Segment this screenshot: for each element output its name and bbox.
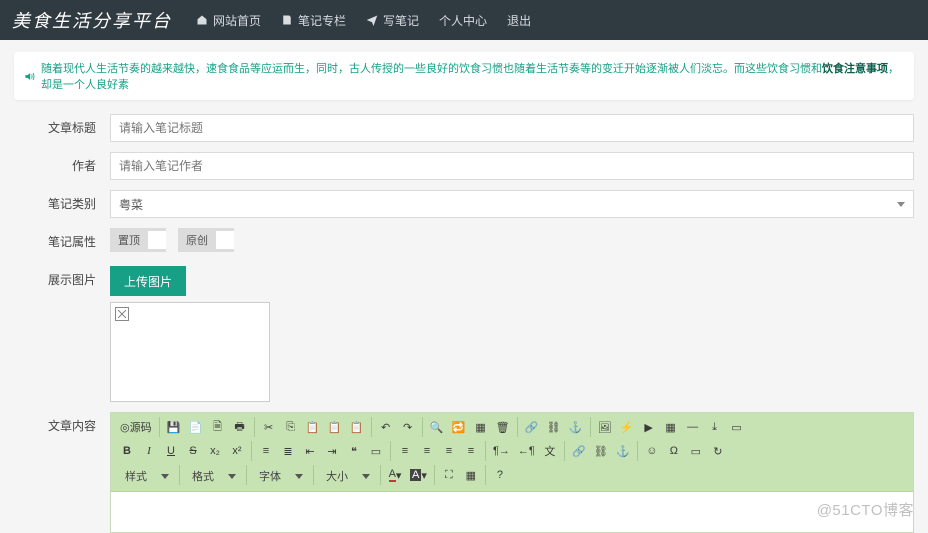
nav-me[interactable]: 个人中心 xyxy=(429,0,497,40)
page: 随着现代人生活节奏的越来越快，速食食品等应运而生，同时，古人传授的一些良好的饮食… xyxy=(0,40,928,533)
tb-save[interactable]: 💾 xyxy=(164,417,184,437)
tb-align-right[interactable]: ≡ xyxy=(439,441,459,461)
tb-redo[interactable]: ↷ xyxy=(398,417,418,437)
tb-blocks[interactable]: ▦ xyxy=(461,465,481,485)
attr-top-checkbox[interactable]: 置顶 xyxy=(110,228,166,252)
tb-underline[interactable]: U xyxy=(161,441,181,461)
tb-unlink[interactable]: ⛓ xyxy=(544,417,564,437)
tb-hr[interactable]: — xyxy=(683,417,703,437)
nav-home[interactable]: 网站首页 xyxy=(186,0,271,40)
tb-style-select[interactable]: 样式 xyxy=(117,465,175,487)
tb-unlink2[interactable]: ⛓ xyxy=(591,441,611,461)
tb-undo[interactable]: ↶ xyxy=(376,417,396,437)
author-input[interactable] xyxy=(110,152,914,180)
tb-indent[interactable]: ⇥ xyxy=(322,441,342,461)
image-preview xyxy=(110,302,270,402)
tb-link[interactable]: 🔗 xyxy=(522,417,542,437)
tb-find[interactable]: 🔍 xyxy=(427,417,447,437)
tb-table[interactable]: ▦ xyxy=(661,417,681,437)
tb-format-select[interactable]: 格式 xyxy=(184,465,242,487)
tb-image[interactable]: 🖼 xyxy=(595,417,615,437)
upload-button[interactable]: 上传图片 xyxy=(110,266,186,296)
tb-anchor[interactable]: ⚓ xyxy=(566,417,586,437)
tb-font-select[interactable]: 字体 xyxy=(251,465,309,487)
tb-size-select[interactable]: 大小 xyxy=(318,465,376,487)
doc-icon xyxy=(281,14,293,26)
editor-toolbar: ◎ 源码 💾 📄 🗎 🖶 ✂ ⎘ 📋 📋 📋 ↶ ↷ 🔍 🔁 ▦ 🗑 xyxy=(111,413,913,492)
tb-strike[interactable]: S xyxy=(183,441,203,461)
tb-iframe[interactable]: ▭ xyxy=(727,417,747,437)
tb-paste[interactable]: 📋 xyxy=(303,417,323,437)
tb-pagebreak[interactable]: ⤓ xyxy=(705,417,725,437)
tb-print[interactable]: 🖶 xyxy=(230,417,250,437)
tb-refresh[interactable]: ↻ xyxy=(708,441,728,461)
image-label: 展示图片 xyxy=(14,266,110,294)
tb-paste-word[interactable]: 📋 xyxy=(347,417,367,437)
tb-link2[interactable]: 🔗 xyxy=(569,441,589,461)
volume-icon xyxy=(24,71,35,82)
tb-align-center[interactable]: ≡ xyxy=(417,441,437,461)
plane-icon xyxy=(366,14,378,26)
tb-clear[interactable]: 🗑 xyxy=(493,417,513,437)
tb-selectall[interactable]: ▦ xyxy=(471,417,491,437)
tb-media[interactable]: ▶ xyxy=(639,417,659,437)
richtext-editor: ◎ 源码 💾 📄 🗎 🖶 ✂ ⎘ 📋 📋 📋 ↶ ↷ 🔍 🔁 ▦ 🗑 xyxy=(110,412,914,533)
title-input[interactable] xyxy=(110,114,914,142)
tb-smiley[interactable]: ☺ xyxy=(642,441,662,461)
tb-bold[interactable]: B xyxy=(117,441,137,461)
category-label: 笔记类别 xyxy=(14,190,110,218)
chevron-down-icon xyxy=(897,202,905,207)
tb-new[interactable]: 📄 xyxy=(186,417,206,437)
tb-quote[interactable]: ❝ xyxy=(344,441,364,461)
editor-body[interactable] xyxy=(111,492,913,532)
tb-preview[interactable]: 🗎 xyxy=(208,417,228,437)
notice-bar: 随着现代人生活节奏的越来越快，速食食品等应运而生，同时，古人传授的一些良好的饮食… xyxy=(14,52,914,100)
tb-rtl[interactable]: ←¶ xyxy=(515,441,538,461)
tb-ul[interactable]: ≣ xyxy=(278,441,298,461)
tb-anchor2[interactable]: ⚓ xyxy=(613,441,633,461)
tb-div[interactable]: ▭ xyxy=(366,441,386,461)
title-label: 文章标题 xyxy=(14,114,110,142)
tb-bgcolor[interactable]: A ▾ xyxy=(407,465,430,485)
tb-align-left[interactable]: ≡ xyxy=(395,441,415,461)
tb-maximize[interactable]: ⛶ xyxy=(439,465,459,485)
tb-sub[interactable]: x₂ xyxy=(205,441,225,461)
category-select[interactable]: 粤菜 xyxy=(110,190,914,218)
attr-orig-checkbox[interactable]: 原创 xyxy=(178,228,234,252)
nav-column[interactable]: 笔记专栏 xyxy=(271,0,356,40)
tb-sup[interactable]: x² xyxy=(227,441,247,461)
tb-ol[interactable]: ≡ xyxy=(256,441,276,461)
home-icon xyxy=(196,14,208,26)
tb-iframe2[interactable]: ▭ xyxy=(686,441,706,461)
tb-color[interactable]: A ▾ xyxy=(385,465,405,485)
form: 文章标题 作者 笔记类别粤菜 笔记属性 置顶 原创 展示图片 上传图片 文章内容… xyxy=(14,114,914,533)
topbar: 美食生活分享平台 网站首页 笔记专栏 写笔记 个人中心 退出 xyxy=(0,0,928,40)
tb-cut[interactable]: ✂ xyxy=(259,417,279,437)
notice-text: 随着现代人生活节奏的越来越快，速食食品等应运而生，同时，古人传授的一些良好的饮食… xyxy=(41,60,904,92)
tb-align-justify[interactable]: ≡ xyxy=(461,441,481,461)
nav-logout[interactable]: 退出 xyxy=(497,0,541,40)
tb-help[interactable]: ? xyxy=(490,465,510,485)
tb-paste-text[interactable]: 📋 xyxy=(325,417,345,437)
content-label: 文章内容 xyxy=(14,412,110,440)
tb-copy[interactable]: ⎘ xyxy=(281,417,301,437)
tb-flash[interactable]: ⚡ xyxy=(617,417,637,437)
watermark: @51CTO博客 xyxy=(817,499,914,520)
tb-ltr[interactable]: ¶→ xyxy=(490,441,513,461)
tb-special[interactable]: Ω xyxy=(664,441,684,461)
author-label: 作者 xyxy=(14,152,110,180)
tb-source[interactable]: ◎ 源码 xyxy=(117,417,155,437)
tb-replace[interactable]: 🔁 xyxy=(449,417,469,437)
brand: 美食生活分享平台 xyxy=(12,7,172,33)
nav-write[interactable]: 写笔记 xyxy=(356,0,429,40)
broken-image-icon xyxy=(115,307,129,321)
tb-outdent[interactable]: ⇤ xyxy=(300,441,320,461)
tb-italic[interactable]: I xyxy=(139,441,159,461)
attr-label: 笔记属性 xyxy=(14,228,110,256)
tb-lang[interactable]: 文 xyxy=(540,441,560,461)
